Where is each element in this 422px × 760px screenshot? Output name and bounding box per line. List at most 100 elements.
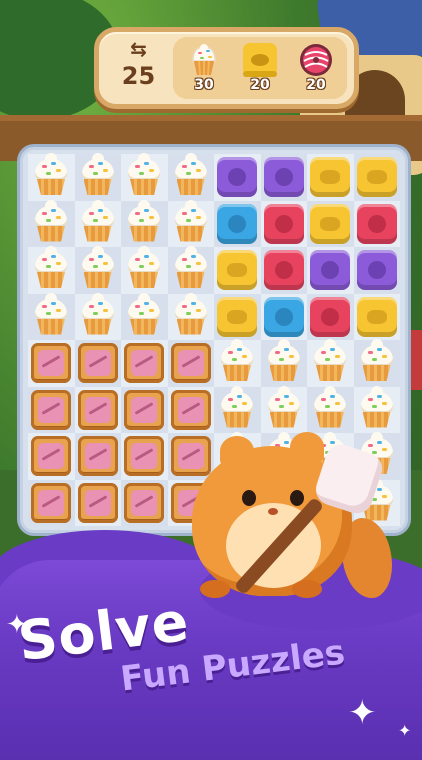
red-block-tile[interactable] xyxy=(263,203,304,244)
board-cell xyxy=(307,293,354,340)
goal-count: 30 xyxy=(194,77,214,93)
blue-block-tile[interactable] xyxy=(263,296,304,337)
board-cell xyxy=(214,339,261,387)
cupcake-tile[interactable] xyxy=(124,292,164,337)
crate-tile[interactable] xyxy=(77,436,118,476)
cupcake-tile[interactable] xyxy=(217,339,257,383)
crate-tile[interactable] xyxy=(124,436,164,476)
board-cell xyxy=(121,479,168,526)
cupcake-tile[interactable] xyxy=(78,153,118,197)
crate-tile[interactable] xyxy=(31,482,71,523)
moves-count: 25 xyxy=(121,62,156,90)
crate-tile[interactable] xyxy=(31,389,71,430)
board-cell xyxy=(167,340,214,387)
board-cell xyxy=(260,293,307,340)
purple-block-tile[interactable] xyxy=(217,157,257,197)
board-cell xyxy=(121,433,168,480)
purple-block-tile[interactable] xyxy=(310,250,350,290)
cupcake-tile[interactable] xyxy=(171,153,211,197)
moves-counter: ⇆ 25 xyxy=(111,36,166,100)
red-block-tile[interactable] xyxy=(310,296,350,337)
goal-yellow-block: 20 xyxy=(233,39,287,97)
yellow-block-icon xyxy=(243,43,277,77)
crate-tile[interactable] xyxy=(124,482,164,523)
hamster-nose xyxy=(268,508,278,515)
red-block-tile[interactable] xyxy=(263,250,304,290)
board-cell xyxy=(74,479,121,526)
cupcake-tile[interactable] xyxy=(217,385,257,430)
red-block-tile[interactable] xyxy=(356,203,397,244)
cupcake-tile[interactable] xyxy=(31,292,71,337)
crate-tile[interactable] xyxy=(124,343,164,383)
goal-count: 20 xyxy=(306,77,326,93)
cupcake-tile[interactable] xyxy=(31,246,71,290)
board-cell xyxy=(28,246,75,294)
cupcake-tile[interactable] xyxy=(124,246,164,290)
board-cell xyxy=(28,433,75,480)
cupcake-tile[interactable] xyxy=(124,199,164,244)
board-cell xyxy=(353,154,400,201)
yellow-block-tile[interactable] xyxy=(217,250,257,290)
board-cell xyxy=(121,292,168,340)
board-cell xyxy=(28,153,75,201)
cupcake-tile[interactable] xyxy=(264,385,304,430)
crate-tile[interactable] xyxy=(170,343,211,383)
board-cell xyxy=(74,386,121,433)
cupcake-tile[interactable] xyxy=(31,199,71,244)
purple-block-tile[interactable] xyxy=(263,157,304,197)
board-cell xyxy=(74,340,121,387)
cupcake-tile[interactable] xyxy=(310,385,350,430)
cupcake-tile[interactable] xyxy=(171,246,211,290)
crate-tile[interactable] xyxy=(77,343,118,383)
board-cell xyxy=(214,293,261,340)
board-cell xyxy=(353,247,400,294)
swap-arrows-icon: ⇆ xyxy=(130,37,147,61)
board-cell xyxy=(214,247,261,294)
cupcake-tile[interactable] xyxy=(78,292,118,337)
cupcake-tile[interactable] xyxy=(78,199,118,244)
board-cell xyxy=(260,339,307,387)
yellow-block-tile[interactable] xyxy=(310,203,350,244)
yellow-block-tile[interactable] xyxy=(356,157,397,197)
board-cell xyxy=(353,293,400,340)
blue-block-tile[interactable] xyxy=(217,203,257,244)
crate-tile[interactable] xyxy=(124,389,164,430)
crate-tile[interactable] xyxy=(77,389,118,430)
crate-tile[interactable] xyxy=(31,343,71,383)
board-cell xyxy=(307,200,354,247)
cupcake-tile[interactable] xyxy=(357,339,397,383)
board-cell xyxy=(214,385,261,433)
cupcake-tile[interactable] xyxy=(264,339,304,383)
board-cell xyxy=(353,339,400,387)
board-cell xyxy=(353,385,400,433)
board-cell xyxy=(307,339,354,387)
board-cell xyxy=(74,433,121,480)
cupcake-tile[interactable] xyxy=(171,199,211,244)
crate-tile[interactable] xyxy=(77,482,118,523)
crate-tile[interactable] xyxy=(31,436,71,476)
cupcake-tile[interactable] xyxy=(310,339,350,383)
yellow-block-tile[interactable] xyxy=(217,296,257,337)
cupcake-icon xyxy=(192,44,216,76)
board-cell xyxy=(167,292,214,340)
cupcake-tile[interactable] xyxy=(171,292,211,337)
cupcake-tile[interactable] xyxy=(357,385,397,430)
board-cell xyxy=(121,199,168,247)
yellow-block-tile[interactable] xyxy=(310,157,350,197)
pink-donut-icon xyxy=(300,44,332,76)
board-cell xyxy=(121,386,168,433)
hamster-eye xyxy=(242,490,256,506)
crate-tile[interactable] xyxy=(170,389,211,430)
board-cell xyxy=(74,199,121,247)
board-cell xyxy=(28,386,75,433)
board-cell xyxy=(307,385,354,433)
purple-block-tile[interactable] xyxy=(356,250,397,290)
cupcake-tile[interactable] xyxy=(124,153,164,197)
hamster-mascot xyxy=(192,428,392,613)
board-cell xyxy=(167,386,214,433)
yellow-block-tile[interactable] xyxy=(356,296,397,337)
cupcake-tile[interactable] xyxy=(78,246,118,290)
board-cell xyxy=(74,246,121,294)
board-cell xyxy=(167,153,214,201)
cupcake-tile[interactable] xyxy=(31,153,71,197)
